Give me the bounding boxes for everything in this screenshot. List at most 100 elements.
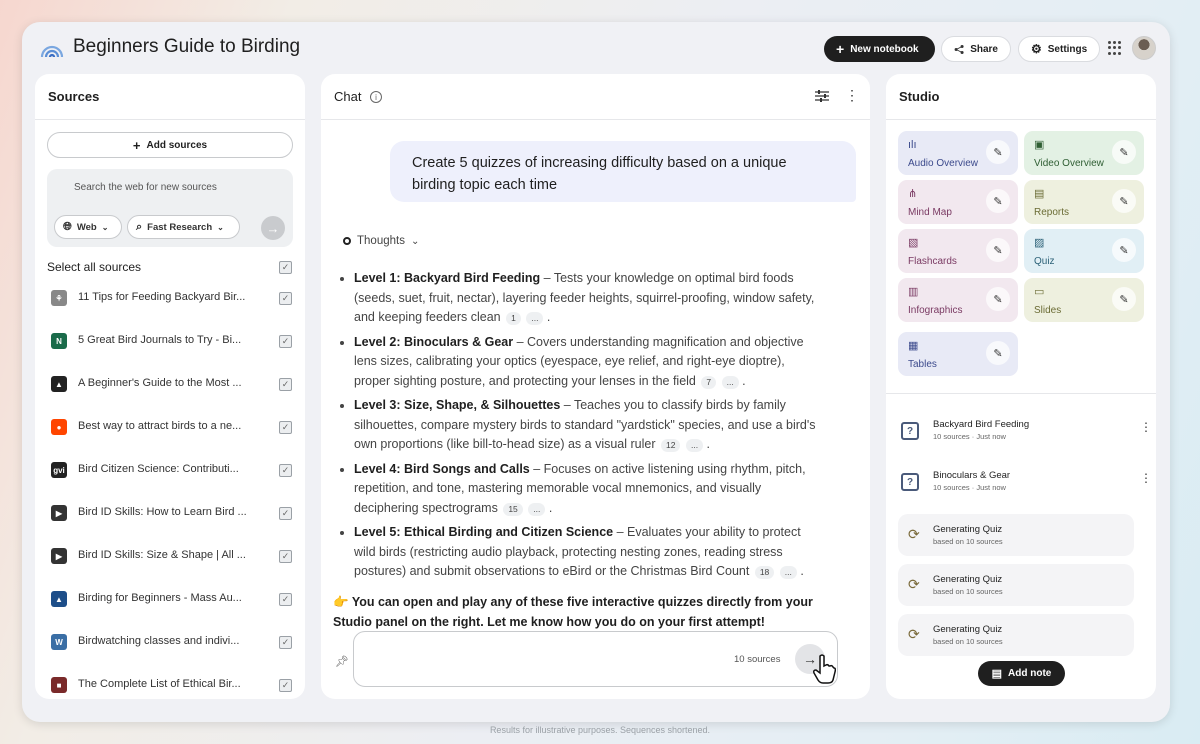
note-icon: ▤	[991, 668, 1003, 680]
settings-button[interactable]: ⚙ Settings	[1018, 36, 1100, 62]
studio-tile-quiz[interactable]: ▨ Quiz ✎	[1024, 229, 1144, 273]
citation-more-chip[interactable]: ...	[528, 502, 546, 516]
level-heading: Level 4: Bird Songs and Calls	[354, 461, 530, 476]
avatar[interactable]	[1132, 36, 1156, 60]
search-input[interactable]: Search the web for new sources	[74, 182, 217, 193]
source-item[interactable]: ▲ Birding for Beginners - Mass Au... ✓	[47, 585, 297, 613]
flashcards-icon: ▧	[908, 237, 919, 249]
more-vert-icon[interactable]: ⋮	[845, 88, 859, 102]
edit-icon[interactable]: ✎	[1112, 140, 1136, 164]
source-item[interactable]: N 5 Great Bird Journals to Try - Bi... ✓	[47, 327, 297, 355]
edit-icon[interactable]: ✎	[986, 189, 1010, 213]
studio-note-item[interactable]: ? Binoculars & Gear 10 sources · Just now ⋮	[898, 462, 1152, 506]
source-checkbox[interactable]: ✓	[279, 550, 292, 563]
tile-label: Tables	[908, 359, 937, 370]
share-button[interactable]: Share	[941, 36, 1011, 62]
source-checkbox[interactable]: ✓	[279, 421, 292, 434]
mass-audubon-icon: ▲	[51, 591, 67, 607]
source-label: The Complete List of Ethical Bir...	[78, 678, 241, 690]
source-label: Bird ID Skills: Size & Shape | All ...	[78, 549, 246, 561]
citation-chip[interactable]: 12	[661, 439, 681, 452]
source-item[interactable]: ■ The Complete List of Ethical Bir... ✓	[47, 671, 297, 699]
source-checkbox[interactable]: ✓	[279, 292, 292, 305]
studio-note-item[interactable]: ? Backyard Bird Feeding 10 sources · Just …	[898, 411, 1152, 455]
citation-chip[interactable]: 1	[506, 312, 521, 325]
studio-tile-infographics[interactable]: ▥ Infographics ✎	[898, 278, 1018, 322]
source-checkbox[interactable]: ✓	[279, 593, 292, 606]
source-item[interactable]: ▶ Bird ID Skills: How to Learn Bird ... ✓	[47, 499, 297, 527]
studio-tile-slides[interactable]: ▭ Slides ✎	[1024, 278, 1144, 322]
source-item[interactable]: ● Best way to attract birds to a ne... ✓	[47, 413, 297, 441]
edit-icon[interactable]: ✎	[986, 140, 1010, 164]
tile-label: Reports	[1034, 207, 1070, 218]
citation-more-chip[interactable]: ...	[526, 312, 544, 325]
source-item[interactable]: ▲ A Beginner's Guide to the Most ... ✓	[47, 370, 297, 398]
share-icon	[954, 44, 964, 54]
info-icon[interactable]: i	[370, 91, 382, 103]
citation-chip[interactable]: 18	[754, 566, 775, 579]
mind-map-icon: ⋔	[908, 188, 918, 200]
more-vert-icon[interactable]: ⋮	[1140, 420, 1152, 434]
select-all-label: Select all sources	[47, 260, 142, 274]
studio-tile-tables[interactable]: ▦ Tables ✎	[898, 332, 1018, 376]
plus-icon: +	[836, 41, 845, 57]
studio-tile-audio-overview[interactable]: ılı Audio Overview ✎	[898, 131, 1018, 175]
generating-subtitle: based on 10 sources	[933, 587, 1003, 596]
source-count: 10 sources	[734, 654, 781, 665]
edit-icon[interactable]: ✎	[1112, 189, 1136, 213]
source-item[interactable]: ▶ Bird ID Skills: Size & Shape | All ... ✓	[47, 542, 297, 570]
quiz-note-icon: ?	[901, 473, 919, 491]
assistant-response: Level 1: Backyard Bird Feeding – Tests y…	[343, 269, 823, 587]
quiz-icon: ▨	[1034, 237, 1045, 249]
research-label: Fast Research	[147, 221, 213, 233]
settings-label: Settings	[1047, 43, 1088, 55]
source-checkbox[interactable]: ✓	[279, 464, 292, 477]
source-label: Bird ID Skills: How to Learn Bird ...	[78, 506, 247, 518]
source-item[interactable]: gvi Bird Citizen Science: Contributi... ✓	[47, 456, 297, 484]
more-vert-icon[interactable]: ⋮	[1140, 471, 1152, 485]
apps-grid-icon[interactable]	[1108, 41, 1122, 55]
edit-icon[interactable]: ✎	[1112, 287, 1136, 311]
edit-icon[interactable]: ✎	[986, 341, 1010, 365]
source-checkbox[interactable]: ✓	[279, 507, 292, 520]
source-checkbox[interactable]: ✓	[279, 378, 292, 391]
source-checkbox[interactable]: ✓	[279, 636, 292, 649]
chat-input[interactable]: 10 sources →	[353, 631, 838, 687]
source-item[interactable]: W Birdwatching classes and indivi... ✓	[47, 628, 297, 656]
source-label: 11 Tips for Feeding Backyard Bir...	[78, 291, 246, 303]
edit-icon[interactable]: ✎	[986, 287, 1010, 311]
citation-more-chip[interactable]: ...	[685, 439, 704, 452]
sentence-period: .	[543, 310, 551, 324]
research-mode-dropdown[interactable]: ⌕ Fast Research ⌄	[127, 215, 240, 239]
new-notebook-button[interactable]: + New notebook	[824, 36, 935, 62]
citation-more-chip[interactable]: ...	[721, 375, 739, 389]
studio-tile-reports[interactable]: ▤ Reports ✎	[1024, 180, 1144, 224]
note-title: Backyard Bird Feeding	[933, 419, 1030, 430]
citation-chip[interactable]: 15	[503, 502, 523, 516]
edit-icon[interactable]: ✎	[1112, 238, 1136, 262]
web-search-box: Search the web for new sources 🌐︎ Web ⌄ …	[47, 169, 293, 247]
studio-tile-mind-map[interactable]: ⋔ Mind Map ✎	[898, 180, 1018, 224]
add-note-button[interactable]: ▤ Add note	[978, 661, 1065, 686]
studio-tile-flashcards[interactable]: ▧ Flashcards ✎	[898, 229, 1018, 273]
pin-icon[interactable]: 📌︎	[335, 655, 349, 668]
source-label: A Beginner's Guide to the Most ...	[78, 377, 242, 389]
reddit-icon: ●	[51, 419, 67, 435]
studio-tile-video-overview[interactable]: ▣ Video Overview ✎	[1024, 131, 1144, 175]
notebook-title[interactable]: Beginners Guide to Birding	[73, 36, 300, 58]
web-source-dropdown[interactable]: 🌐︎ Web ⌄	[54, 215, 122, 239]
citation-chip[interactable]: 7	[701, 375, 717, 389]
web-label: Web	[76, 221, 97, 233]
source-checkbox[interactable]: ✓	[279, 679, 292, 692]
select-all-checkbox[interactable]: ✓	[279, 261, 292, 274]
citation-more-chip[interactable]: ...	[779, 566, 797, 579]
tune-icon[interactable]	[815, 90, 829, 102]
source-item[interactable]: ⚘ 11 Tips for Feeding Backyard Bir... ✓	[47, 284, 297, 312]
add-sources-button[interactable]: + Add sources	[47, 132, 293, 158]
level-heading: Level 3: Size, Shape, & Silhouettes	[354, 398, 561, 412]
tile-label: Slides	[1034, 305, 1062, 316]
thoughts-toggle[interactable]: Thoughts ⌄	[343, 235, 419, 247]
submit-search-button[interactable]: →	[261, 216, 285, 240]
source-checkbox[interactable]: ✓	[279, 335, 292, 348]
edit-icon[interactable]: ✎	[986, 238, 1010, 262]
